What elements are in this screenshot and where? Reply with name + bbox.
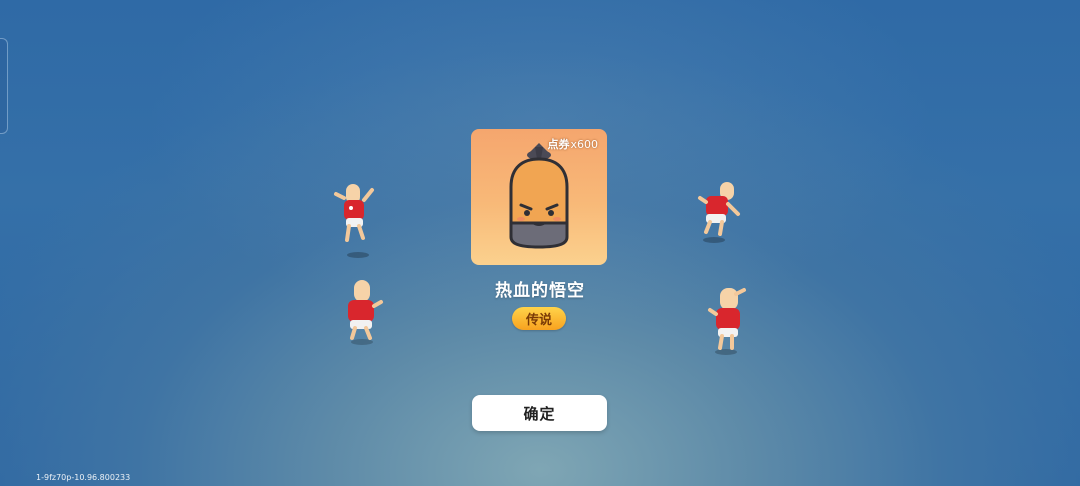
price-currency: 点券 [547,138,570,151]
side-panel-tab[interactable] [0,38,8,134]
price-tag: 点券 x600 [547,136,598,152]
version-label: 1-9fz70p-10.96.800233 [36,473,131,482]
dancing-character-top-left [334,184,374,258]
reward-item-name: 热血的悟空 [495,281,585,301]
price-amount: x600 [570,137,598,151]
reward-item-card: 点券 x600 [471,129,607,265]
dancing-character-bottom-right [708,288,746,355]
reward-screen: 点券 x600 热血的悟空 传说 确定 1-9fz70p-10.96.800233 [0,0,1080,486]
dancing-character-top-right [698,182,740,243]
rarity-badge: 传说 [512,307,566,330]
dancing-character-bottom-left [348,280,383,345]
confirm-button[interactable]: 确定 [472,395,607,431]
